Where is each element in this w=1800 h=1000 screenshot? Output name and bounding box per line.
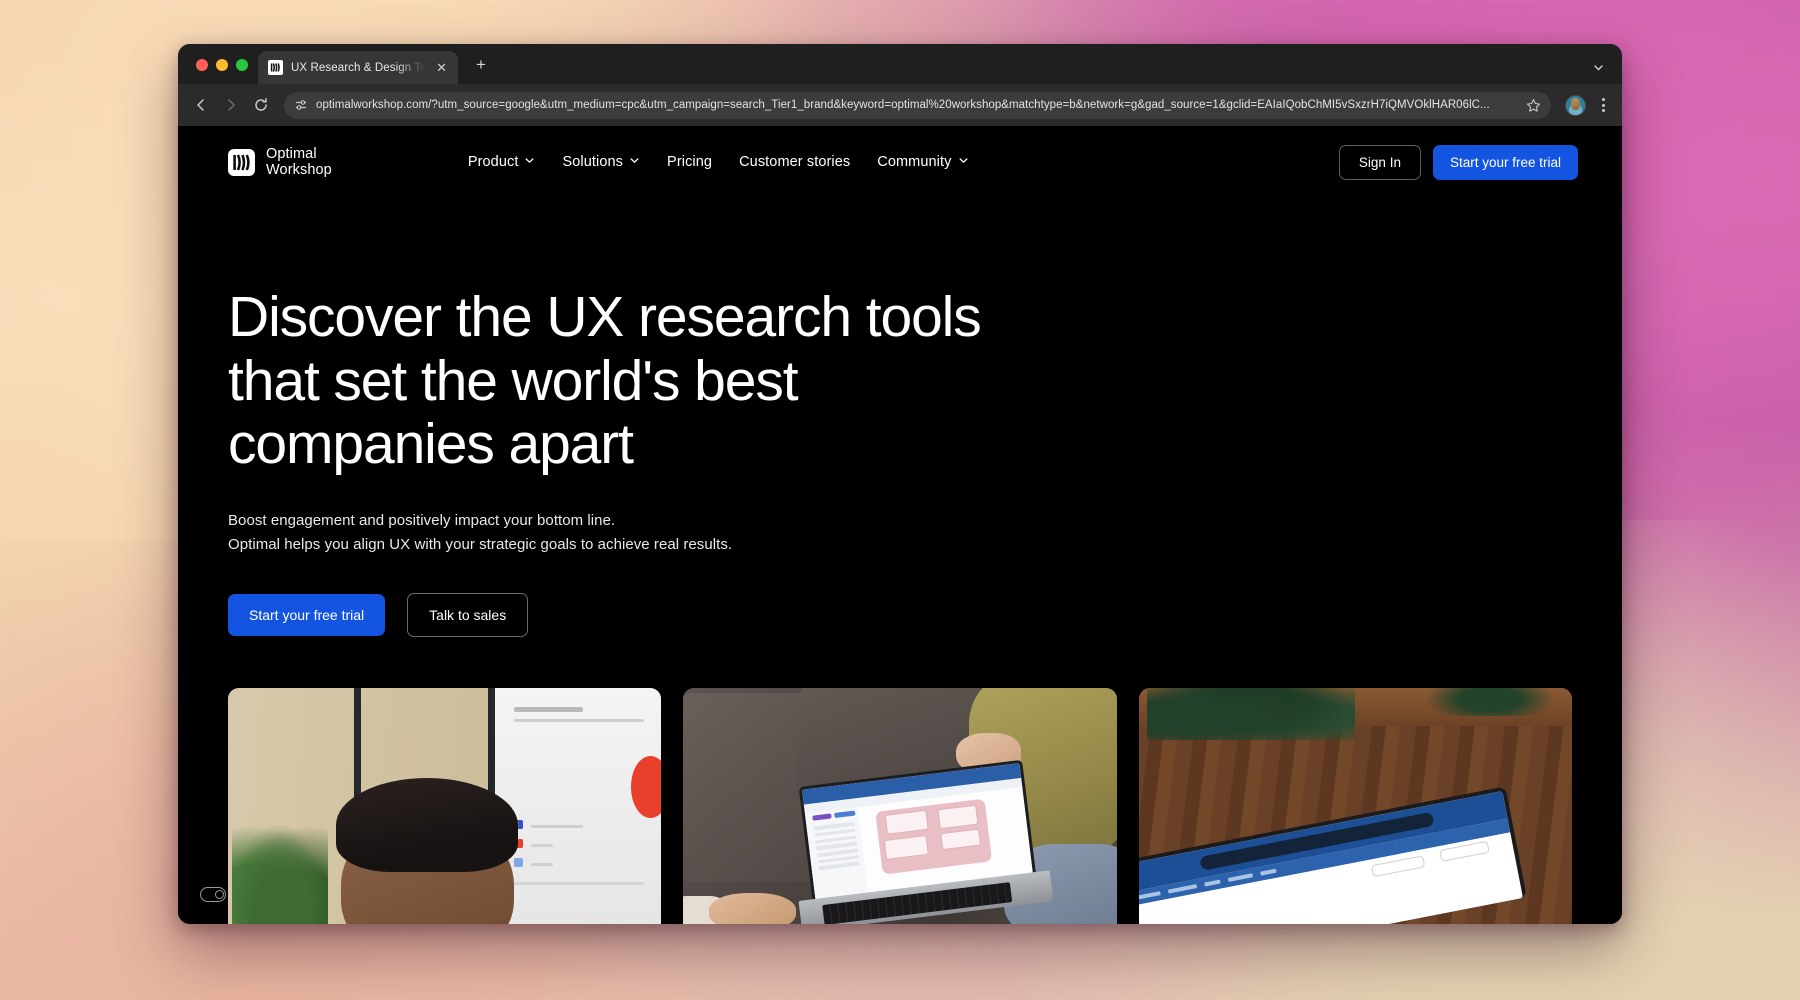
browser-tab-title: UX Research & Design Testing [291,61,426,74]
sign-in-button[interactable]: Sign In [1338,144,1421,180]
nav-label: Product [467,154,519,170]
close-window-button[interactable] [196,59,208,71]
address-bar[interactable]: optimalworkshop.com/?utm_source=google&u… [284,91,1551,119]
avatar-icon[interactable] [1565,94,1586,116]
photo1-legend-text [531,862,553,866]
hero-headline: Discover the UX research tools that set … [228,285,982,477]
new-tab-button[interactable]: + [470,54,492,75]
hero-subtext-line-1: Boost engagement and positively impact y… [228,511,616,529]
page-viewport: Optimal Workshop Product Solutions Prici [178,126,1622,924]
hero-section: Discover the UX research tools that set … [178,198,1622,638]
photo1-legend-text [531,824,584,828]
photo1-person-hair [336,777,519,873]
maximize-window-button[interactable] [236,59,248,71]
site-logo-text: Optimal Workshop [266,145,332,178]
talk-to-sales-button[interactable]: Talk to sales [407,593,529,638]
accessibility-toggle-icon[interactable] [200,887,226,902]
photo1-screen-title [513,706,584,712]
nav-label: Customer stories [739,154,851,170]
hero-photo-strip [228,688,1572,924]
browser-tab-active[interactable]: UX Research & Design Testing ✕ [258,51,458,84]
photo1-screen-subtitle [513,718,644,722]
chevron-down-icon [958,154,969,170]
hero-photo-1 [228,688,662,924]
forward-arrow-icon [218,92,244,118]
browser-window: UX Research & Design Testing ✕ + [178,44,1622,924]
hero-subtext-line-2: Optimal helps you align UX with your str… [228,535,733,553]
header-actions: Sign In Start your free trial [1338,144,1578,180]
photo3-app-button [1371,855,1426,878]
hero-cta-group: Start your free trial Talk to sales [228,593,1622,638]
minimize-window-button[interactable] [216,59,228,71]
reload-icon[interactable] [248,92,274,118]
header-free-trial-button[interactable]: Start your free trial [1432,144,1578,180]
site-header: Optimal Workshop Product Solutions Prici [178,126,1622,198]
chevron-down-icon [629,154,640,170]
photo1-plant [232,824,328,924]
nav-label: Solutions [562,154,624,170]
nav-item-pricing[interactable]: Pricing [667,154,712,170]
photo3-plant [1424,688,1555,717]
browser-tab-strip: UX Research & Design Testing ✕ + [178,44,1622,84]
nav-item-customer-stories[interactable]: Customer stories [739,154,850,170]
site-navigation: Product Solutions Pricing Customer stori… [468,154,969,170]
back-arrow-icon[interactable] [188,92,214,118]
photo1-legend-text [531,843,553,847]
window-traffic-lights [192,59,258,84]
optimal-workshop-favicon-icon [268,60,283,75]
nav-label: Community [877,154,952,170]
photo2-hand [709,893,796,924]
nav-item-solutions[interactable]: Solutions [562,154,640,170]
photo1-screen-footer [513,881,644,885]
nav-label: Pricing [667,154,713,170]
nav-item-product[interactable]: Product [468,154,536,170]
browser-toolbar: optimalworkshop.com/?utm_source=google&u… [178,84,1622,126]
chevron-down-icon [524,154,535,170]
photo3-plant [1147,688,1356,740]
close-icon[interactable]: ✕ [433,59,450,76]
address-bar-url: optimalworkshop.com/?utm_source=google&u… [316,99,1490,111]
nav-item-community[interactable]: Community [877,154,968,170]
chevron-down-icon[interactable] [1586,56,1610,78]
hero-free-trial-button[interactable]: Start your free trial [228,594,386,637]
star-icon[interactable] [1526,98,1541,113]
hero-subtext: Boost engagement and positively impact y… [228,509,1622,558]
site-logo[interactable]: Optimal Workshop [228,146,332,178]
optimal-workshop-logo-icon [228,148,255,176]
hero-photo-3 [1138,688,1572,924]
photo1-screen-chart [631,756,662,818]
three-dot-menu-icon[interactable] [1594,98,1612,112]
site-settings-icon[interactable] [294,98,308,112]
hero-photo-2 [683,688,1117,924]
photo1-legend-swatch [513,857,523,867]
